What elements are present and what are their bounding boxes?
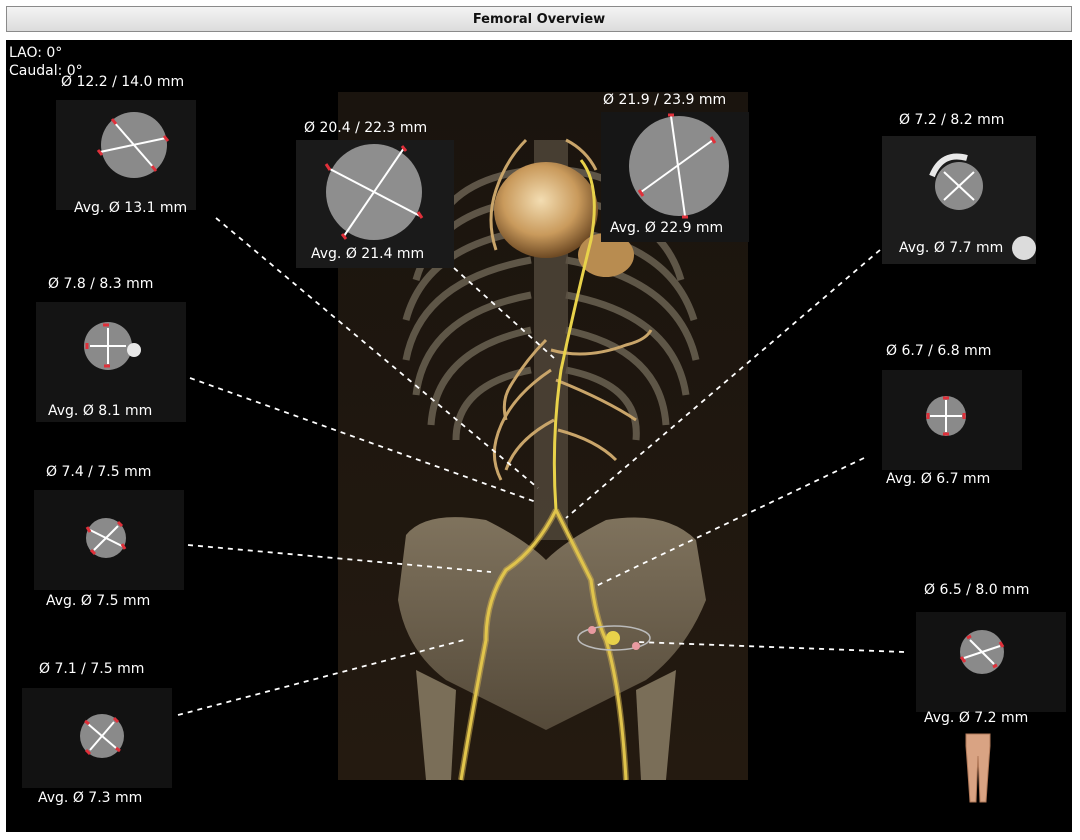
xsec-average: Avg. Ø 22.9 mm — [610, 220, 724, 236]
xsec-average: Avg. Ø 21.4 mm — [311, 246, 425, 262]
xsec-diameters: Ø 6.5 / 8.0 mm — [924, 582, 1030, 598]
xsec-diameters: Ø 6.7 / 6.8 mm — [886, 343, 992, 359]
xsec-average: Avg. Ø 7.5 mm — [46, 593, 151, 609]
cross-section-mid-right[interactable] — [882, 370, 1022, 470]
xsec-diameters: Ø 7.4 / 7.5 mm — [46, 464, 152, 480]
xsec-diameters: Ø 7.1 / 7.5 mm — [39, 661, 145, 677]
lao-angle: LAO: 0° — [9, 45, 63, 61]
xsec-average: Avg. Ø 7.2 mm — [924, 710, 1029, 726]
cross-section-top-left[interactable] — [56, 100, 196, 210]
xsec-average: Avg. Ø 7.3 mm — [38, 790, 143, 806]
window-title: Femoral Overview — [6, 6, 1072, 32]
femoral-viewport[interactable]: LAO: 0° Caudal: 0° Ø 12.2 / 14.0 mm Avg.… — [6, 40, 1072, 832]
cross-section-bottom-left[interactable] — [22, 688, 172, 788]
measurement-handle-left — [588, 626, 596, 634]
xsec-average: Avg. Ø 7.7 mm — [899, 240, 1004, 256]
cross-section-bottom-right[interactable] — [916, 612, 1066, 712]
body-orientation-icon[interactable] — [960, 732, 996, 812]
cross-section-mid-left-lower[interactable] — [34, 490, 184, 590]
xsec-diameters: Ø 7.2 / 8.2 mm — [899, 112, 1005, 128]
xsec-average: Avg. Ø 6.7 mm — [886, 471, 991, 487]
xsec-average: Avg. Ø 8.1 mm — [48, 403, 153, 419]
measurement-center-handle — [606, 631, 620, 645]
xsec-diameters: Ø 21.9 / 23.9 mm — [603, 92, 727, 108]
xsec-diameters: Ø 20.4 / 22.3 mm — [304, 120, 428, 136]
xsec-diameters: Ø 7.8 / 8.3 mm — [48, 276, 154, 292]
measurement-handle-right — [632, 642, 640, 650]
xsec-average: Avg. Ø 13.1 mm — [74, 200, 188, 216]
xsec-diameters: Ø 12.2 / 14.0 mm — [61, 74, 185, 90]
